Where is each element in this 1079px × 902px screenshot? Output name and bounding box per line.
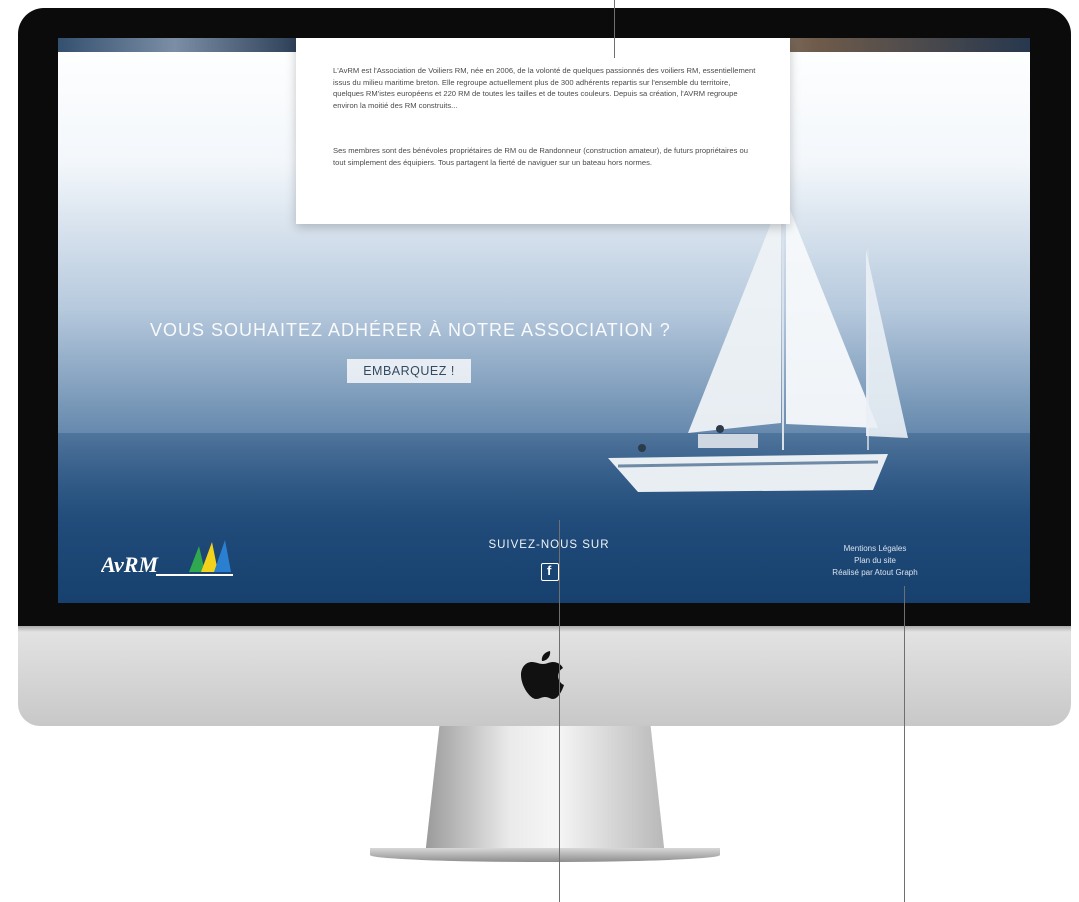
follow-us-label: SUIVEZ-NOUS SUR	[488, 539, 610, 551]
membership-heading: VOUS SOUHAITEZ ADHÉRER À NOTRE ASSOCIATI…	[150, 320, 671, 340]
embarquez-button[interactable]: EMBARQUEZ !	[347, 359, 471, 383]
plan-du-site-link[interactable]: Plan du site	[805, 555, 945, 567]
sailboat-image	[608, 193, 908, 492]
chin-shadow	[18, 626, 1071, 632]
callout-line-top	[614, 0, 615, 58]
website-screen: L'AvRM est l'Association de Voiliers RM,…	[58, 38, 1030, 603]
monitor-stand	[425, 726, 665, 856]
mentions-legales-link[interactable]: Mentions Légales	[805, 543, 945, 555]
callout-line-follow	[559, 520, 560, 902]
about-paragraph-1: L'AvRM est l'Association de Voiliers RM,…	[333, 66, 756, 110]
logo-text: AvRM	[101, 552, 159, 577]
atout-graph-credit-link[interactable]: Réalisé par Atout Graph	[805, 567, 945, 579]
legal-links: Mentions Légales Plan du site Réalisé pa…	[805, 543, 945, 579]
facebook-icon[interactable]: f	[541, 563, 559, 581]
about-card: L'AvRM est l'Association de Voiliers RM,…	[296, 38, 790, 224]
about-paragraph-2: Ses membres sont des bénévoles propriéta…	[333, 146, 748, 167]
callout-line-legal	[904, 586, 905, 902]
avrm-logo[interactable]: AvRM	[101, 538, 236, 580]
monitor-stand-foot	[370, 848, 720, 862]
